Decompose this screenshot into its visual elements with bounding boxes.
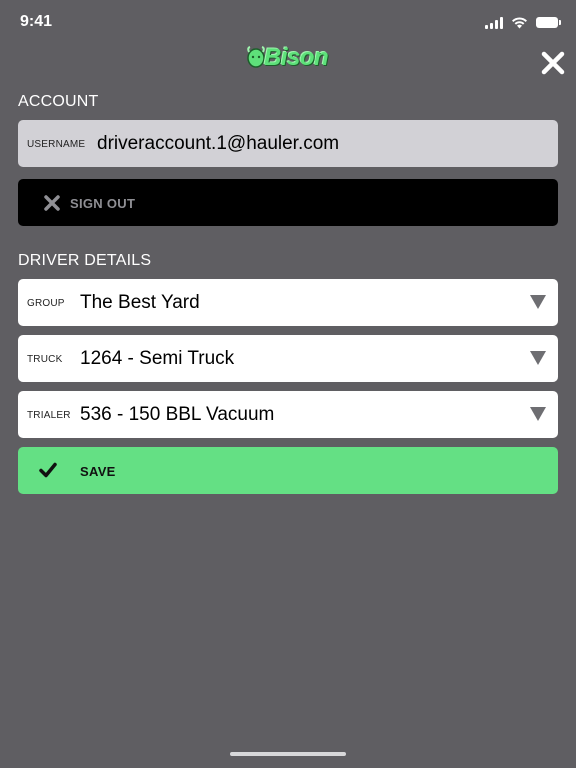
status-icons [485,13,561,29]
settings-screen: 9:41 Bison ACCOUNT USERNAME driveraccoun… [0,0,576,768]
status-time: 9:41 [20,13,53,30]
sign-out-label: SIGN OUT [70,196,136,211]
group-label: GROUP [27,298,65,309]
bison-head-icon [247,46,265,68]
trailer-value: 536 - 150 BBL Vacuum [80,404,275,425]
trailer-label: TRIALER [27,410,71,421]
battery-icon [536,17,561,28]
save-button[interactable]: SAVE [18,447,558,494]
wifi-icon [512,17,527,29]
group-value: The Best Yard [80,292,200,313]
truck-label: TRUCK [27,354,63,365]
driver-details-heading: DRIVER DETAILS [18,252,152,269]
close-icon [44,195,60,211]
truck-value: 1264 - Semi Truck [80,348,235,369]
dropdown-triangle-icon [530,295,546,309]
dropdown-triangle-icon [530,351,546,365]
save-label: SAVE [80,464,116,479]
logo-text: Bison [264,44,329,71]
sign-out-button[interactable]: SIGN OUT [18,179,558,226]
dropdown-triangle-icon [530,407,546,421]
username-label: USERNAME [27,139,86,150]
close-button[interactable] [540,50,566,76]
account-heading: ACCOUNT [18,93,99,110]
truck-select[interactable]: TRUCK 1264 - Semi Truck [18,335,558,382]
status-bar: 9:41 [0,0,576,44]
close-icon [541,51,565,75]
trailer-select[interactable]: TRIALER 536 - 150 BBL Vacuum [18,391,558,438]
bison-logo: Bison [246,42,329,74]
username-field: USERNAME driveraccount.1@hauler.com [18,120,558,167]
checkmark-icon [39,462,57,478]
cellular-signal-icon [485,17,503,29]
home-indicator[interactable] [230,752,346,756]
group-select[interactable]: GROUP The Best Yard [18,279,558,326]
username-value: driveraccount.1@hauler.com [97,133,340,154]
